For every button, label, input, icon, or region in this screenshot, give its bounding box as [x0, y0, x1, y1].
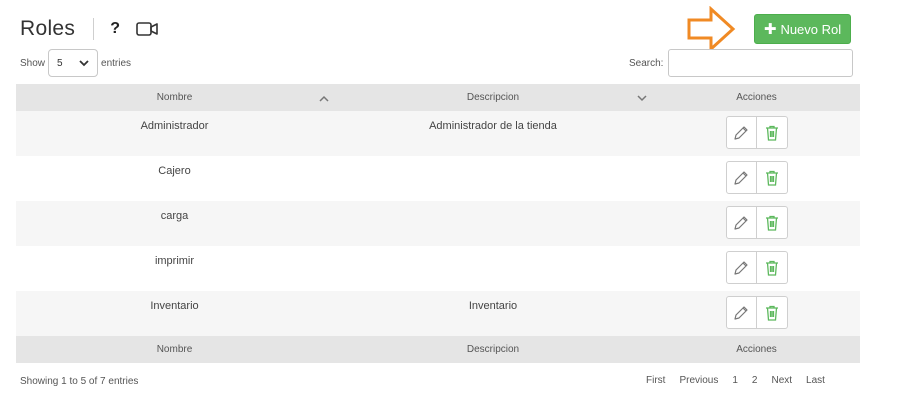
new-role-button[interactable]: ✚ Nuevo Rol — [754, 14, 851, 44]
cell-nombre: Inventario — [150, 300, 199, 312]
trash-icon — [765, 215, 778, 231]
column-header-label: Descripcion — [466, 92, 520, 103]
title-divider — [93, 18, 95, 40]
cell-nombre: imprimir — [154, 255, 195, 267]
page-first-link[interactable]: First — [646, 375, 665, 386]
pencil-icon — [734, 305, 748, 320]
help-icon[interactable]: ? — [110, 20, 120, 38]
edit-button[interactable] — [725, 161, 757, 194]
table-row: Administrador Administrador de la tienda — [16, 111, 860, 156]
pagination: First Previous 1 2 Next Last — [646, 375, 825, 386]
search-input[interactable] — [668, 49, 854, 77]
cell-descripcion — [333, 156, 653, 201]
cell-nombre: Cajero — [158, 165, 191, 177]
pencil-icon — [734, 170, 748, 185]
video-camera-icon[interactable] — [136, 21, 158, 37]
cell-descripcion — [333, 246, 653, 291]
entries-select-value: 5 — [57, 57, 63, 69]
column-header-acciones: Acciones — [653, 92, 860, 103]
new-role-label: Nuevo Rol — [780, 21, 842, 37]
arrow-right-icon — [687, 6, 736, 52]
page-header: Roles ? — [20, 14, 158, 44]
trash-icon — [765, 260, 778, 276]
show-label: Show — [20, 57, 46, 69]
edit-button[interactable] — [725, 251, 757, 284]
row-actions — [653, 246, 860, 284]
table-row: imprimir — [16, 246, 860, 291]
table-info: Showing 1 to 5 of 7 entries — [20, 376, 139, 387]
delete-button[interactable] — [756, 206, 788, 239]
page-1-link[interactable]: 1 — [732, 375, 738, 386]
edit-button[interactable] — [725, 116, 757, 149]
edit-button[interactable] — [725, 206, 757, 239]
table-row: carga — [16, 201, 860, 246]
plus-icon: ✚ — [763, 21, 777, 38]
table-row: Cajero — [16, 156, 860, 201]
pencil-icon — [734, 215, 748, 230]
delete-button[interactable] — [756, 251, 788, 284]
cell-nombre: carga — [160, 210, 189, 222]
pencil-icon — [734, 260, 748, 275]
table-header: Nombre Descripcion Acciones — [16, 84, 860, 111]
trash-icon — [765, 305, 778, 321]
column-header-descripcion[interactable]: Descripcion — [333, 92, 653, 103]
chevron-down-icon — [79, 59, 89, 66]
cell-nombre: Administrador — [140, 120, 209, 132]
page-2-link[interactable]: 2 — [752, 375, 758, 386]
footer-column-acciones: Acciones — [736, 344, 777, 355]
search-box: Search: — [629, 49, 854, 77]
trash-icon — [765, 125, 778, 141]
table-footer: Nombre Descripcion Acciones — [16, 336, 860, 363]
delete-button[interactable] — [756, 296, 788, 329]
cell-descripcion: Administrador de la tienda — [429, 120, 557, 132]
page-previous-link[interactable]: Previous — [679, 375, 718, 386]
roles-table: Nombre Descripcion Acciones Administrado… — [16, 84, 860, 363]
row-actions — [653, 111, 860, 149]
page-next-link[interactable]: Next — [771, 375, 792, 386]
length-menu: Show 5 entries — [20, 49, 131, 77]
pencil-icon — [734, 125, 748, 140]
delete-button[interactable] — [756, 161, 788, 194]
cell-descripcion — [333, 201, 653, 246]
column-header-nombre[interactable]: Nombre — [16, 92, 333, 103]
edit-button[interactable] — [725, 296, 757, 329]
page-title: Roles — [20, 17, 76, 40]
column-header-label: Acciones — [736, 92, 777, 103]
footer-column-nombre: Nombre — [156, 344, 193, 355]
cell-descripcion: Inventario — [468, 300, 518, 312]
footer-column-descripcion: Descripcion — [466, 344, 520, 355]
row-actions — [653, 201, 860, 239]
search-label: Search: — [629, 57, 664, 69]
sort-desc-icon — [637, 95, 647, 102]
sort-asc-icon — [319, 95, 329, 102]
column-header-label: Nombre — [156, 92, 193, 103]
entries-label: entries — [101, 57, 132, 69]
page-last-link[interactable]: Last — [806, 375, 825, 386]
entries-select[interactable]: 5 — [48, 49, 99, 77]
trash-icon — [765, 170, 778, 186]
delete-button[interactable] — [756, 116, 788, 149]
row-actions — [653, 156, 860, 194]
table-row: Inventario Inventario — [16, 291, 860, 336]
row-actions — [653, 291, 860, 329]
